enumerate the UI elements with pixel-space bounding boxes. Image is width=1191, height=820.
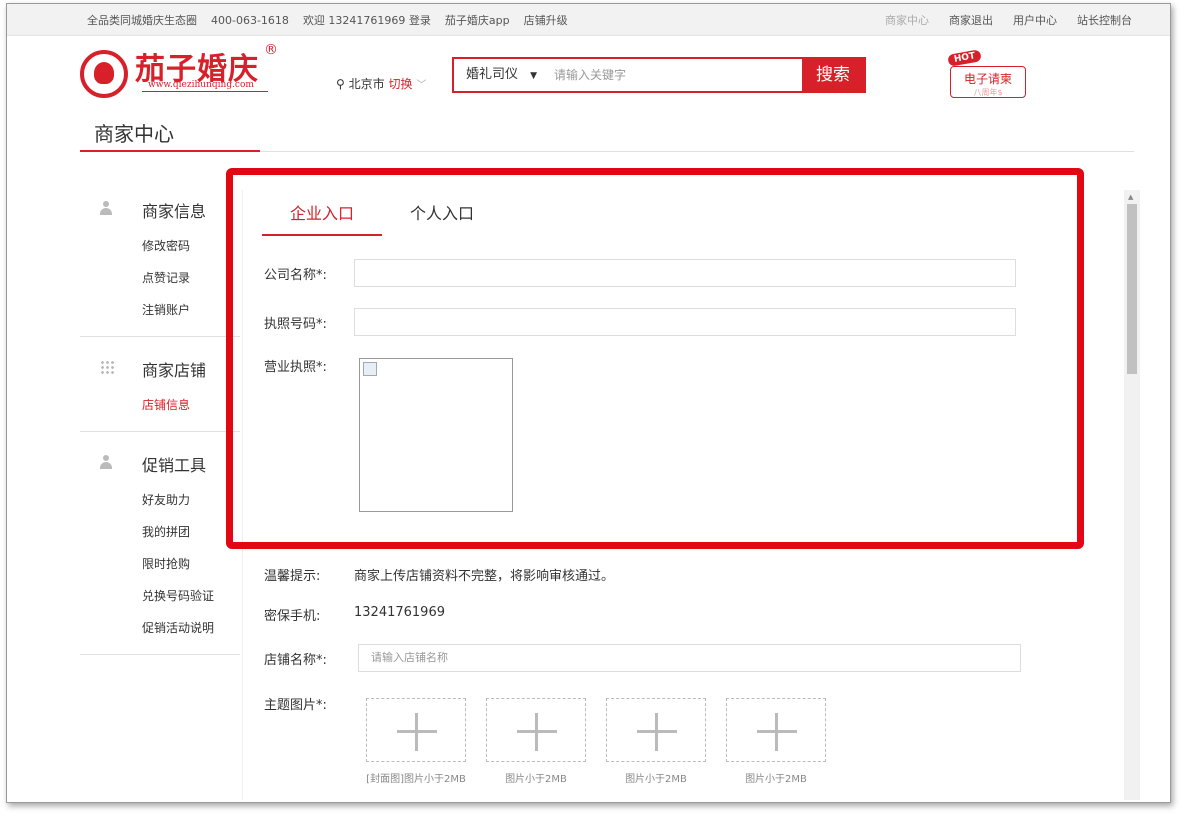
topbar-link-admin[interactable]: 站长控制台 — [1077, 12, 1132, 28]
sidebar-group-shop: 商家店铺 店铺信息 — [80, 349, 240, 432]
shop-name-row: 店铺名称*: 请输入店铺名称 — [264, 644, 1021, 672]
upload-caption: 图片小于2MB — [505, 774, 567, 785]
license-image-row: 营业执照*: — [264, 360, 327, 375]
entry-tabs: 企业入口 个人入口 — [262, 198, 502, 236]
topbar-link-upgrade[interactable]: 店铺升级 — [524, 12, 568, 28]
hot-sub: 八周年$ — [973, 88, 1003, 97]
phone-label: 密保手机: — [264, 609, 321, 624]
shop-name-placeholder: 请输入店铺名称 — [371, 651, 448, 664]
search-category-value: 婚礼司仪 — [466, 67, 519, 82]
chevron-down-icon: ﹀ — [416, 80, 427, 91]
upload-caption: [封面图]图片小于2MB — [366, 774, 466, 785]
sidebar-item-change-password[interactable]: 修改密码 — [80, 230, 240, 262]
upload-image-2[interactable] — [486, 698, 586, 762]
tab-enterprise[interactable]: 企业入口 — [262, 198, 382, 236]
hot-invitation-banner[interactable]: HOT 电子请柬 八周年$ — [946, 49, 1028, 102]
caret-down-icon: ▼ — [530, 71, 538, 81]
upload-caption: 图片小于2MB — [625, 774, 687, 785]
phone-row: 密保手机: 13241761969 — [264, 605, 445, 624]
sidebar-item-redeem-verify[interactable]: 兑换号码验证 — [80, 580, 240, 612]
scrollbar[interactable]: ▲ — [1124, 190, 1140, 800]
title-underline — [80, 150, 260, 152]
topbar-welcome[interactable]: 欢迎 13241761969 登录 — [303, 12, 431, 28]
scroll-up-icon[interactable]: ▲ — [1128, 193, 1133, 201]
sidebar-item-flash-sale[interactable]: 限时抢购 — [80, 548, 240, 580]
sidebar-item-shop-info[interactable]: 店铺信息 — [80, 389, 240, 421]
company-name-field[interactable] — [354, 259, 1016, 287]
phone-value: 13241761969 — [354, 605, 445, 620]
topbar-link-app[interactable]: 茄子婚庆app — [445, 12, 510, 28]
theme-image-label: 主题图片 — [264, 698, 317, 713]
search-category-select[interactable]: 婚礼司仪 ▼ — [466, 59, 537, 91]
grid-icon — [100, 360, 114, 374]
search-input[interactable]: 请输入关键字 — [554, 59, 626, 91]
company-name-label: 公司名称 — [264, 267, 317, 283]
city-selector[interactable]: ⚲ 北京市 切换 ﹀ — [336, 75, 426, 92]
license-no-label: 执照号码 — [264, 316, 317, 332]
sidebar-group-promo: 促销工具 好友助力 我的拼团 限时抢购 兑换号码验证 促销活动说明 — [80, 444, 240, 655]
sidebar-item-friend-help[interactable]: 好友助力 — [80, 484, 240, 516]
city-switch-link[interactable]: 切换 — [388, 77, 412, 91]
upload-image-4[interactable] — [726, 698, 826, 762]
sidebar: 商家信息 修改密码 点赞记录 注销账户 商家店铺 店铺信息 促销工具 好友助力 … — [80, 190, 240, 667]
search-bar: 婚礼司仪 ▼ 请输入关键字 搜索 — [452, 57, 866, 93]
sidebar-item-cancel-account[interactable]: 注销账户 — [80, 294, 240, 326]
tip-label: 温馨提示: — [264, 569, 321, 584]
brand-logo[interactable]: 茄子婚庆 ® www.qiezihunqing.com — [80, 42, 280, 104]
eggplant-logo-icon — [80, 50, 128, 98]
location-pin-icon: ⚲ — [336, 77, 345, 91]
tip-text: 商家上传店铺资料不完整，将影响审核通过。 — [354, 569, 615, 584]
shop-name-label: 店铺名称 — [264, 652, 317, 668]
license-image-label: 营业执照 — [264, 360, 317, 375]
license-no-row: 执照号码*: — [264, 308, 1016, 336]
sidebar-item-likes[interactable]: 点赞记录 — [80, 262, 240, 294]
sidebar-group-title: 商家信息 — [142, 202, 207, 221]
top-bar: 全品类同城婚庆生态圈 400-063-1618 欢迎 13241761969 登… — [7, 4, 1170, 36]
theme-image-uploads: [封面图]图片小于2MB 图片小于2MB 图片小于2MB 图片小于2MB — [366, 698, 826, 785]
sidebar-group-title: 商家店铺 — [142, 361, 207, 380]
registered-mark: ® — [264, 42, 278, 58]
scrollbar-thumb[interactable] — [1127, 204, 1137, 374]
search-button[interactable]: 搜索 — [802, 57, 864, 93]
hot-badge: HOT — [947, 49, 983, 67]
topbar-phone: 400-063-1618 — [211, 13, 289, 27]
sidebar-item-promo-help[interactable]: 促销活动说明 — [80, 612, 240, 644]
person-icon — [100, 201, 112, 215]
sidebar-group-merchant-info: 商家信息 修改密码 点赞记录 注销账户 — [80, 190, 240, 337]
license-no-field[interactable] — [354, 308, 1016, 336]
page-title: 商家中心 — [94, 122, 174, 146]
upload-image-3[interactable] — [606, 698, 706, 762]
city-name: 北京市 — [348, 77, 385, 91]
upload-cover-image[interactable] — [366, 698, 466, 762]
tab-personal[interactable]: 个人入口 — [382, 198, 502, 236]
topbar-link-user-center[interactable]: 用户中心 — [1013, 12, 1057, 28]
sidebar-group-title: 促销工具 — [142, 456, 207, 475]
topbar-link-ecosystem[interactable]: 全品类同城婚庆生态圈 — [87, 12, 197, 28]
shop-name-field[interactable]: 请输入店铺名称 — [358, 644, 1021, 672]
topbar-link-merchant-center[interactable]: 商家中心 — [885, 12, 929, 28]
broken-image-icon — [363, 362, 377, 376]
person-icon — [100, 455, 112, 469]
topbar-link-logout[interactable]: 商家退出 — [949, 12, 993, 28]
tip-row: 温馨提示: 商家上传店铺资料不完整，将影响审核通过。 — [264, 565, 614, 584]
sidebar-item-group-buy[interactable]: 我的拼团 — [80, 516, 240, 548]
upload-caption: 图片小于2MB — [745, 774, 807, 785]
theme-image-row: 主题图片*: — [264, 698, 327, 713]
company-name-row: 公司名称*: — [264, 259, 1016, 287]
license-image-upload[interactable] — [359, 358, 513, 512]
brand-url: www.qiezihunqing.com — [142, 80, 268, 92]
hot-label: 电子请柬 — [963, 72, 1012, 86]
